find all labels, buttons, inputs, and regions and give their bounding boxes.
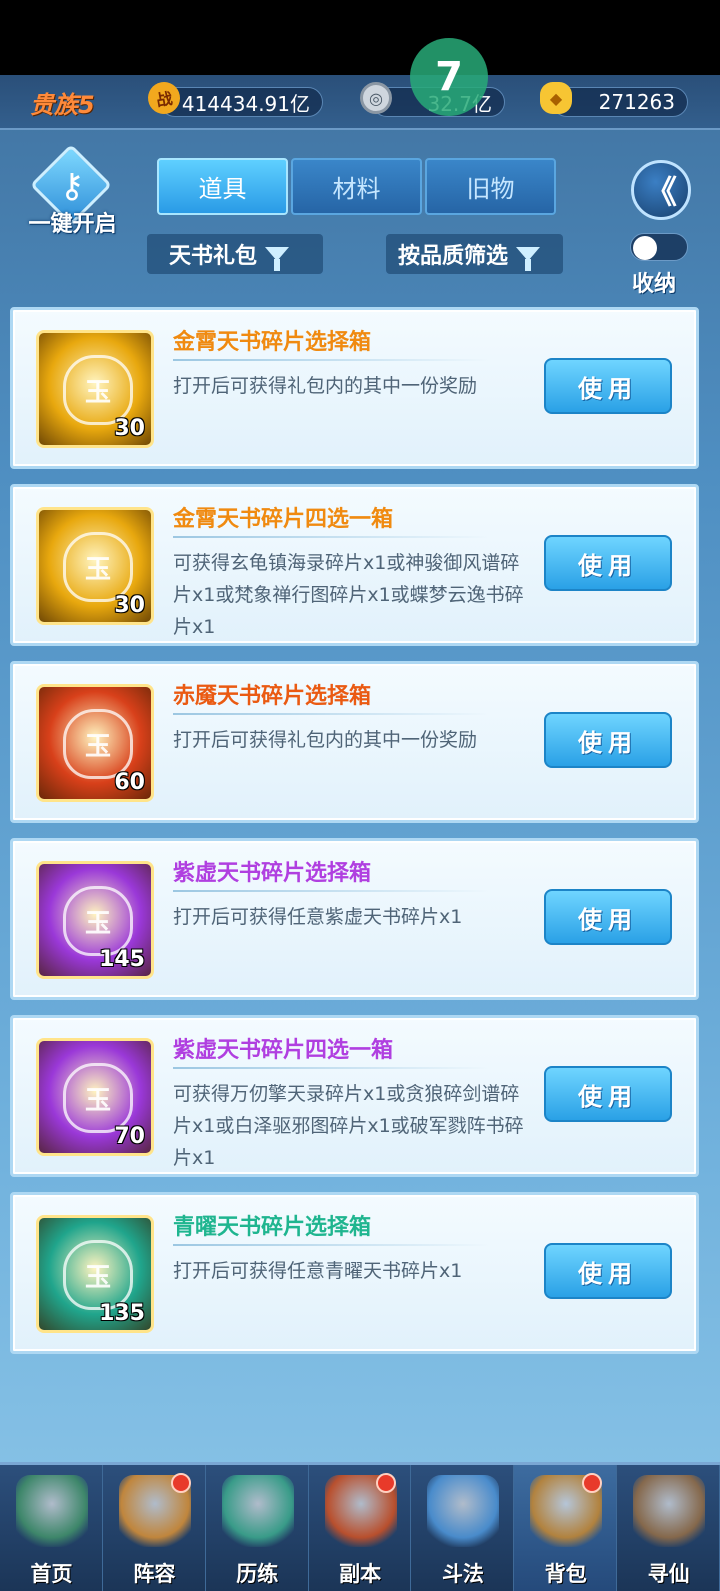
nav-label: 副本 [339, 1562, 382, 1586]
nav-item[interactable]: 历练 [206, 1465, 309, 1591]
category-filter-label: 天书礼包 [169, 244, 258, 269]
item-name: 紫虚天书碎片选择箱 [173, 861, 372, 886]
item-name: 青曜天书碎片选择箱 [173, 1215, 372, 1240]
bag-glyph: 玉 [63, 1063, 133, 1133]
nav-item[interactable]: 背包 [514, 1465, 618, 1591]
item-count: 135 [99, 1301, 145, 1326]
tab-materials[interactable]: 材料 [291, 158, 422, 215]
item-divider [173, 536, 489, 538]
item-description: 可获得万仞擎天录碎片x1或贪狼碎剑谱碎片x1或白泽驱邪图碎片x1或破军戮阵书碎片… [173, 1083, 524, 1169]
one-key-open-button[interactable]: ⚷ 一键开启 [20, 143, 125, 238]
item-divider [173, 713, 489, 715]
list-item: 玉 30 金霄天书碎片选择箱 打开后可获得礼包内的其中一份奖励 使用 [10, 307, 699, 469]
use-button[interactable]: 使用 [544, 358, 672, 414]
collapse-toggle-label: 收纳 [632, 272, 677, 297]
gold-ingot-icon: ◆ [540, 82, 572, 114]
item-divider [173, 1244, 489, 1246]
use-button[interactable]: 使用 [544, 712, 672, 768]
item-description: 打开后可获得礼包内的其中一份奖励 [173, 375, 478, 397]
bag-glyph: 玉 [63, 886, 133, 956]
nav-item[interactable]: 副本 [309, 1465, 412, 1591]
nav-label: 斗法 [441, 1562, 484, 1586]
gold-value[interactable]: 271263 [552, 87, 688, 117]
noble-rank-label: 贵族5 [30, 91, 95, 119]
list-item: 玉 135 青曜天书碎片选择箱 打开后可获得任意青曜天书碎片x1 使用 [10, 1192, 699, 1354]
nav-label: 历练 [236, 1562, 279, 1586]
back-button[interactable]: 《 [631, 160, 691, 220]
item-description: 打开后可获得礼包内的其中一份奖励 [173, 729, 478, 751]
list-item: 玉 30 金霄天书碎片四选一箱 可获得玄龟镇海录碎片x1或神骏御风谱碎片x1或梵… [10, 484, 699, 646]
nav-item[interactable]: 阵容 [103, 1465, 206, 1591]
nav-label: 首页 [30, 1562, 73, 1586]
collapse-toggle[interactable] [630, 233, 688, 261]
item-count: 30 [114, 593, 145, 618]
bag-glyph: 玉 [63, 709, 133, 779]
notification-dot [170, 1473, 191, 1493]
item-count: 60 [114, 770, 145, 795]
use-button[interactable]: 使用 [544, 1243, 672, 1299]
bag-glyph: 玉 [63, 1240, 133, 1310]
item-list: 玉 30 金霄天书碎片选择箱 打开后可获得礼包内的其中一份奖励 使用 玉 30 … [10, 307, 699, 1369]
quality-filter-label: 按品质筛选 [398, 244, 509, 269]
battle-sword-icon [427, 1475, 500, 1547]
item-name: 紫虚天书碎片四选一箱 [173, 1038, 394, 1063]
category-filter-dropdown[interactable]: 天书礼包 [147, 234, 323, 274]
item-description: 打开后可获得任意青曜天书碎片x1 [173, 1260, 463, 1282]
nav-label: 寻仙 [647, 1562, 690, 1586]
gift-bag-icon[interactable]: 玉 145 [36, 861, 154, 979]
item-count: 70 [114, 1124, 145, 1149]
nav-label: 阵容 [133, 1562, 176, 1586]
list-item: 玉 60 赤魇天书碎片选择箱 打开后可获得礼包内的其中一份奖励 使用 [10, 661, 699, 823]
floating-assist-badge[interactable]: 7 [410, 38, 488, 116]
list-item: 玉 70 紫虚天书碎片四选一箱 可获得万仞擎天录碎片x1或贪狼碎剑谱碎片x1或白… [10, 1015, 699, 1177]
nav-item[interactable]: 首页 [0, 1465, 103, 1591]
use-button[interactable]: 使用 [544, 1066, 672, 1122]
silver-coin-icon: ◎ [360, 82, 392, 114]
tab-relics[interactable]: 旧物 [425, 158, 556, 215]
bag-tabs: 道具 材料 旧物 [157, 158, 556, 215]
battle-power-value: 414434.91亿 [160, 87, 323, 117]
item-divider [173, 890, 489, 892]
list-item: 玉 145 紫虚天书碎片选择箱 打开后可获得任意紫虚天书碎片x1 使用 [10, 838, 699, 1000]
item-name: 赤魇天书碎片选择箱 [173, 684, 372, 709]
item-count: 30 [114, 416, 145, 441]
nav-item[interactable]: 斗法 [411, 1465, 515, 1591]
gift-bag-icon[interactable]: 玉 30 [36, 507, 154, 625]
item-count: 145 [99, 947, 145, 972]
filter-funnel-icon [516, 247, 541, 271]
nav-label: 背包 [544, 1562, 587, 1586]
quality-filter-dropdown[interactable]: 按品质筛选 [386, 234, 563, 274]
top-resource-bar: 贵族5 战 414434.91亿 ◎ 32.7亿 ◆ 271263 [0, 75, 720, 130]
bag-glyph: 玉 [63, 355, 133, 425]
nav-item[interactable]: 寻仙 [617, 1465, 720, 1591]
toggle-knob [633, 236, 657, 260]
bottom-nav: 首页 阵容 历练 副本 斗法 背包 寻仙 [0, 1462, 720, 1591]
item-name: 金霄天书碎片四选一箱 [173, 507, 394, 532]
gift-bag-icon[interactable]: 玉 135 [36, 1215, 154, 1333]
back-arrow-icon: 《 [644, 173, 677, 211]
home-island-icon [16, 1475, 88, 1547]
item-name: 金霄天书碎片选择箱 [173, 330, 372, 355]
gift-bag-icon[interactable]: 玉 70 [36, 1038, 154, 1156]
use-button[interactable]: 使用 [544, 535, 672, 591]
gift-bag-icon[interactable]: 玉 60 [36, 684, 154, 802]
use-button[interactable]: 使用 [544, 889, 672, 945]
item-description: 可获得玄龟镇海录碎片x1或神骏御风谱碎片x1或梵象禅行图碎片x1或蝶梦云逸书碎片… [173, 552, 524, 638]
gift-bag-icon[interactable]: 玉 30 [36, 330, 154, 448]
item-divider [173, 1067, 489, 1069]
bag-glyph: 玉 [63, 532, 133, 602]
item-divider [173, 359, 489, 361]
one-key-open-label: 一键开启 [28, 212, 117, 237]
filter-funnel-icon [265, 247, 290, 271]
tab-items[interactable]: 道具 [157, 158, 288, 215]
status-bar [0, 0, 720, 75]
scroll-search-icon [633, 1475, 706, 1547]
item-description: 打开后可获得任意紫虚天书碎片x1 [173, 906, 463, 928]
training-dragon-icon [221, 1475, 294, 1547]
